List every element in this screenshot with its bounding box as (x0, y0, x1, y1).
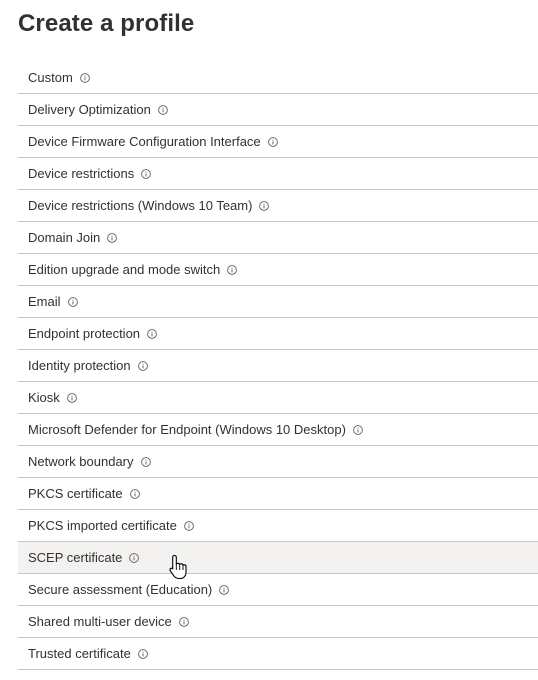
info-icon[interactable] (137, 360, 148, 371)
profile-type-label: Device restrictions (Windows 10 Team) (28, 198, 253, 213)
info-icon[interactable] (141, 168, 152, 179)
profile-type-row[interactable]: Device restrictions (Windows 10 Team) (18, 190, 538, 222)
profile-type-label: Device restrictions (28, 166, 135, 181)
info-icon[interactable] (267, 136, 278, 147)
profile-type-row[interactable]: Custom (18, 62, 538, 94)
profile-type-row[interactable]: SCEP certificate (18, 542, 538, 574)
profile-type-row[interactable]: Kiosk (18, 382, 538, 414)
info-icon[interactable] (178, 616, 189, 627)
profile-type-label: Kiosk (28, 390, 60, 405)
profile-type-label: Delivery Optimization (28, 102, 151, 117)
info-icon[interactable] (129, 488, 140, 499)
profile-type-label: Microsoft Defender for Endpoint (Windows… (28, 422, 346, 437)
profile-type-row[interactable]: Secure assessment (Education) (18, 574, 538, 606)
profile-type-row[interactable]: Endpoint protection (18, 318, 538, 350)
profile-type-row[interactable]: Delivery Optimization (18, 94, 538, 126)
profile-type-label: PKCS certificate (28, 486, 123, 501)
profile-type-row[interactable]: Email (18, 286, 538, 318)
profile-type-row[interactable]: Network boundary (18, 446, 538, 478)
info-icon[interactable] (147, 328, 157, 339)
profile-type-row[interactable]: PKCS imported certificate (18, 510, 538, 542)
profile-type-label: Identity protection (28, 358, 131, 373)
info-icon[interactable] (66, 392, 77, 403)
info-icon[interactable] (219, 584, 230, 595)
profile-type-label: Edition upgrade and mode switch (28, 262, 221, 277)
info-icon[interactable] (79, 72, 90, 83)
profile-type-label: Shared multi-user device (28, 614, 172, 629)
profile-type-label: Endpoint protection (28, 326, 141, 341)
profile-type-label: Domain Join (28, 230, 101, 245)
info-icon[interactable] (353, 424, 363, 435)
info-icon[interactable] (259, 200, 270, 211)
page-title: Create a profile (18, 10, 195, 37)
profile-type-label: SCEP certificate (28, 550, 123, 565)
profile-type-label: PKCS imported certificate (28, 518, 177, 533)
info-icon[interactable] (157, 104, 168, 115)
info-icon[interactable] (67, 296, 78, 307)
profile-type-row[interactable]: Device restrictions (18, 158, 538, 190)
profile-type-row[interactable]: Shared multi-user device (18, 606, 538, 638)
profile-type-label: Network boundary (28, 454, 134, 469)
info-icon[interactable] (140, 456, 151, 467)
profile-type-label: Email (28, 294, 61, 309)
profile-type-label: Custom (28, 70, 73, 85)
info-icon[interactable] (183, 520, 194, 531)
info-icon[interactable] (129, 552, 140, 563)
profile-type-list: Custom Delivery Optimization Device Firmwa… (18, 62, 538, 670)
profile-type-row[interactable]: Trusted certificate (18, 638, 538, 670)
profile-type-row[interactable]: Identity protection (18, 350, 538, 382)
profile-type-row[interactable]: PKCS certificate (18, 478, 538, 510)
info-icon[interactable] (137, 648, 148, 659)
info-icon[interactable] (107, 232, 118, 243)
profile-type-label: Secure assessment (Education) (28, 582, 213, 597)
info-icon[interactable] (227, 264, 238, 275)
profile-type-label: Trusted certificate (28, 646, 131, 661)
profile-type-label: Device Firmware Configuration Interface (28, 134, 261, 149)
profile-type-row[interactable]: Device Firmware Configuration Interface (18, 126, 538, 158)
create-profile-panel: Create a profile Custom Delivery Optimiza… (0, 0, 538, 680)
profile-type-row[interactable]: Microsoft Defender for Endpoint (Windows… (18, 414, 538, 446)
profile-type-row[interactable]: Edition upgrade and mode switch (18, 254, 538, 286)
profile-type-row[interactable]: Domain Join (18, 222, 538, 254)
